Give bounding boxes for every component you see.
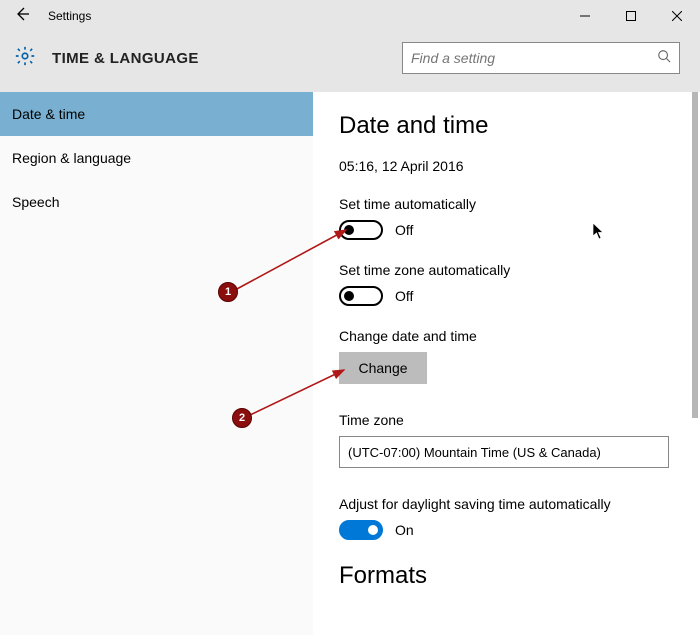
search-input[interactable] (411, 50, 657, 66)
scrollbar-thumb[interactable] (692, 92, 698, 418)
set-time-auto-state: Off (395, 222, 413, 238)
scrollbar[interactable] (684, 92, 698, 635)
current-datetime: 05:16, 12 April 2016 (339, 158, 700, 174)
sidebar-item-date-time[interactable]: Date & time (0, 92, 313, 136)
gear-icon (14, 45, 36, 72)
set-time-auto-label: Set time automatically (339, 196, 700, 212)
search-icon (657, 49, 671, 68)
back-icon[interactable] (14, 6, 30, 27)
sidebar-item-region-language[interactable]: Region & language (0, 136, 313, 180)
sidebar-item-label: Region & language (12, 150, 131, 166)
set-tz-auto-state: Off (395, 288, 413, 304)
formats-heading: Formats (339, 562, 700, 590)
dst-label: Adjust for daylight saving time automati… (339, 496, 700, 512)
set-tz-auto-toggle[interactable] (339, 286, 383, 306)
set-tz-auto-label: Set time zone automatically (339, 262, 700, 278)
set-time-auto-toggle[interactable] (339, 220, 383, 240)
content-pane: Date and time 05:16, 12 April 2016 Set t… (313, 92, 700, 635)
timezone-label: Time zone (339, 412, 700, 428)
sidebar-item-label: Date & time (12, 106, 85, 122)
timezone-select[interactable]: (UTC-07:00) Mountain Time (US & Canada) (339, 436, 669, 468)
header: TIME & LANGUAGE (0, 32, 700, 92)
page-heading: Date and time (339, 112, 700, 140)
section-title: TIME & LANGUAGE (52, 50, 199, 67)
sidebar: Date & time Region & language Speech (0, 92, 313, 635)
sidebar-item-speech[interactable]: Speech (0, 180, 313, 224)
minimize-button[interactable] (562, 0, 608, 32)
close-button[interactable] (654, 0, 700, 32)
window-title: Settings (48, 9, 91, 23)
window-titlebar: Settings (0, 0, 700, 32)
maximize-button[interactable] (608, 0, 654, 32)
change-dt-label: Change date and time (339, 328, 700, 344)
change-button[interactable]: Change (339, 352, 427, 384)
dst-state: On (395, 522, 414, 538)
sidebar-item-label: Speech (12, 194, 59, 210)
dst-toggle[interactable] (339, 520, 383, 540)
search-box[interactable] (402, 42, 680, 74)
